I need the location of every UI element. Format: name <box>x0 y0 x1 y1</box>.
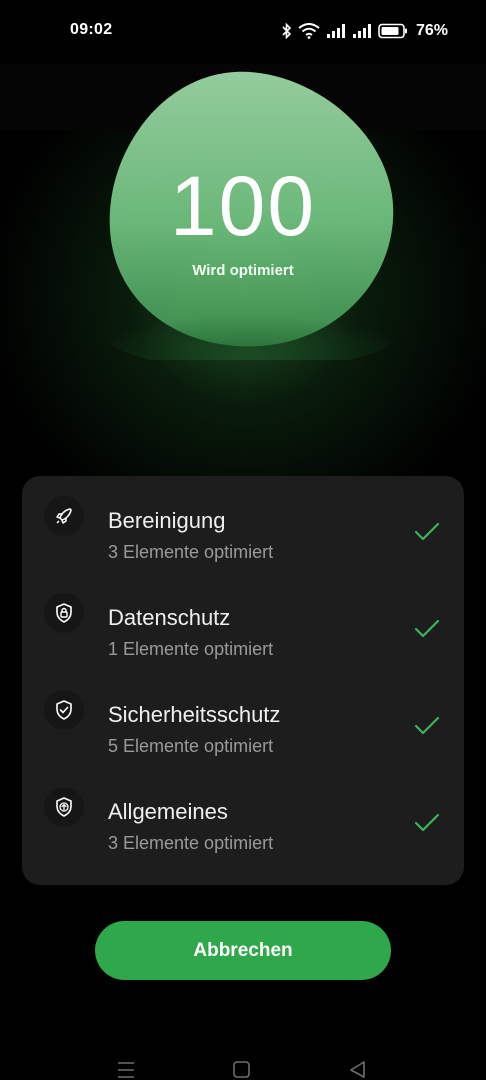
list-item-datenschutz: Datenschutz 1 Elemente optimiert <box>22 573 464 670</box>
item-subtitle: 3 Elemente optimiert <box>108 833 274 853</box>
signal-icon <box>352 24 371 38</box>
upload-shield-icon <box>44 787 84 827</box>
item-subtitle: 5 Elemente optimiert <box>108 736 274 756</box>
cancel-button[interactable]: Abbrechen <box>95 921 391 980</box>
status-icons: 76% <box>282 20 448 42</box>
battery-icon <box>378 23 407 39</box>
item-subtitle: 3 Elemente optimiert <box>108 542 274 562</box>
check-icon <box>414 716 440 735</box>
back-icon[interactable] <box>348 1060 368 1080</box>
item-title: Sicherheitsschutz <box>108 702 281 727</box>
check-shield-icon <box>44 690 84 730</box>
check-icon <box>414 522 440 541</box>
battery-percent: 76% <box>415 22 448 39</box>
privacy-lock-shield-icon <box>44 593 84 633</box>
item-title: Datenschutz <box>108 605 231 630</box>
status-time: 09:02 <box>70 21 113 38</box>
bluetooth-icon <box>282 23 292 39</box>
rocket-icon <box>44 496 84 536</box>
home-icon[interactable] <box>232 1060 252 1080</box>
list-item-sicherheitsschutz: Sicherheitsschutz 5 Elemente optimiert <box>22 670 464 767</box>
menu-icon[interactable] <box>116 1060 136 1080</box>
signal-icon <box>326 24 345 38</box>
status-bar: 09:02 76% <box>0 0 486 64</box>
score-value: 100 <box>169 159 317 253</box>
screen: 100 Wird optimiert 09:02 76% Bereinigung… <box>0 0 486 1080</box>
wifi-icon <box>298 23 320 39</box>
list-item-allgemeines: Allgemeines 3 Elemente optimiert <box>22 767 464 864</box>
optimization-list: Bereinigung 3 Elemente optimiert Datensc… <box>22 476 464 885</box>
navigation-bar <box>0 1020 486 1080</box>
item-subtitle: 1 Elemente optimiert <box>108 639 274 659</box>
item-title: Allgemeines <box>108 799 228 824</box>
score-status: Wird optimiert <box>192 262 294 279</box>
list-item-bereinigung: Bereinigung 3 Elemente optimiert <box>22 476 464 573</box>
item-title: Bereinigung <box>108 508 226 533</box>
check-icon <box>414 619 440 638</box>
check-icon <box>414 813 440 832</box>
